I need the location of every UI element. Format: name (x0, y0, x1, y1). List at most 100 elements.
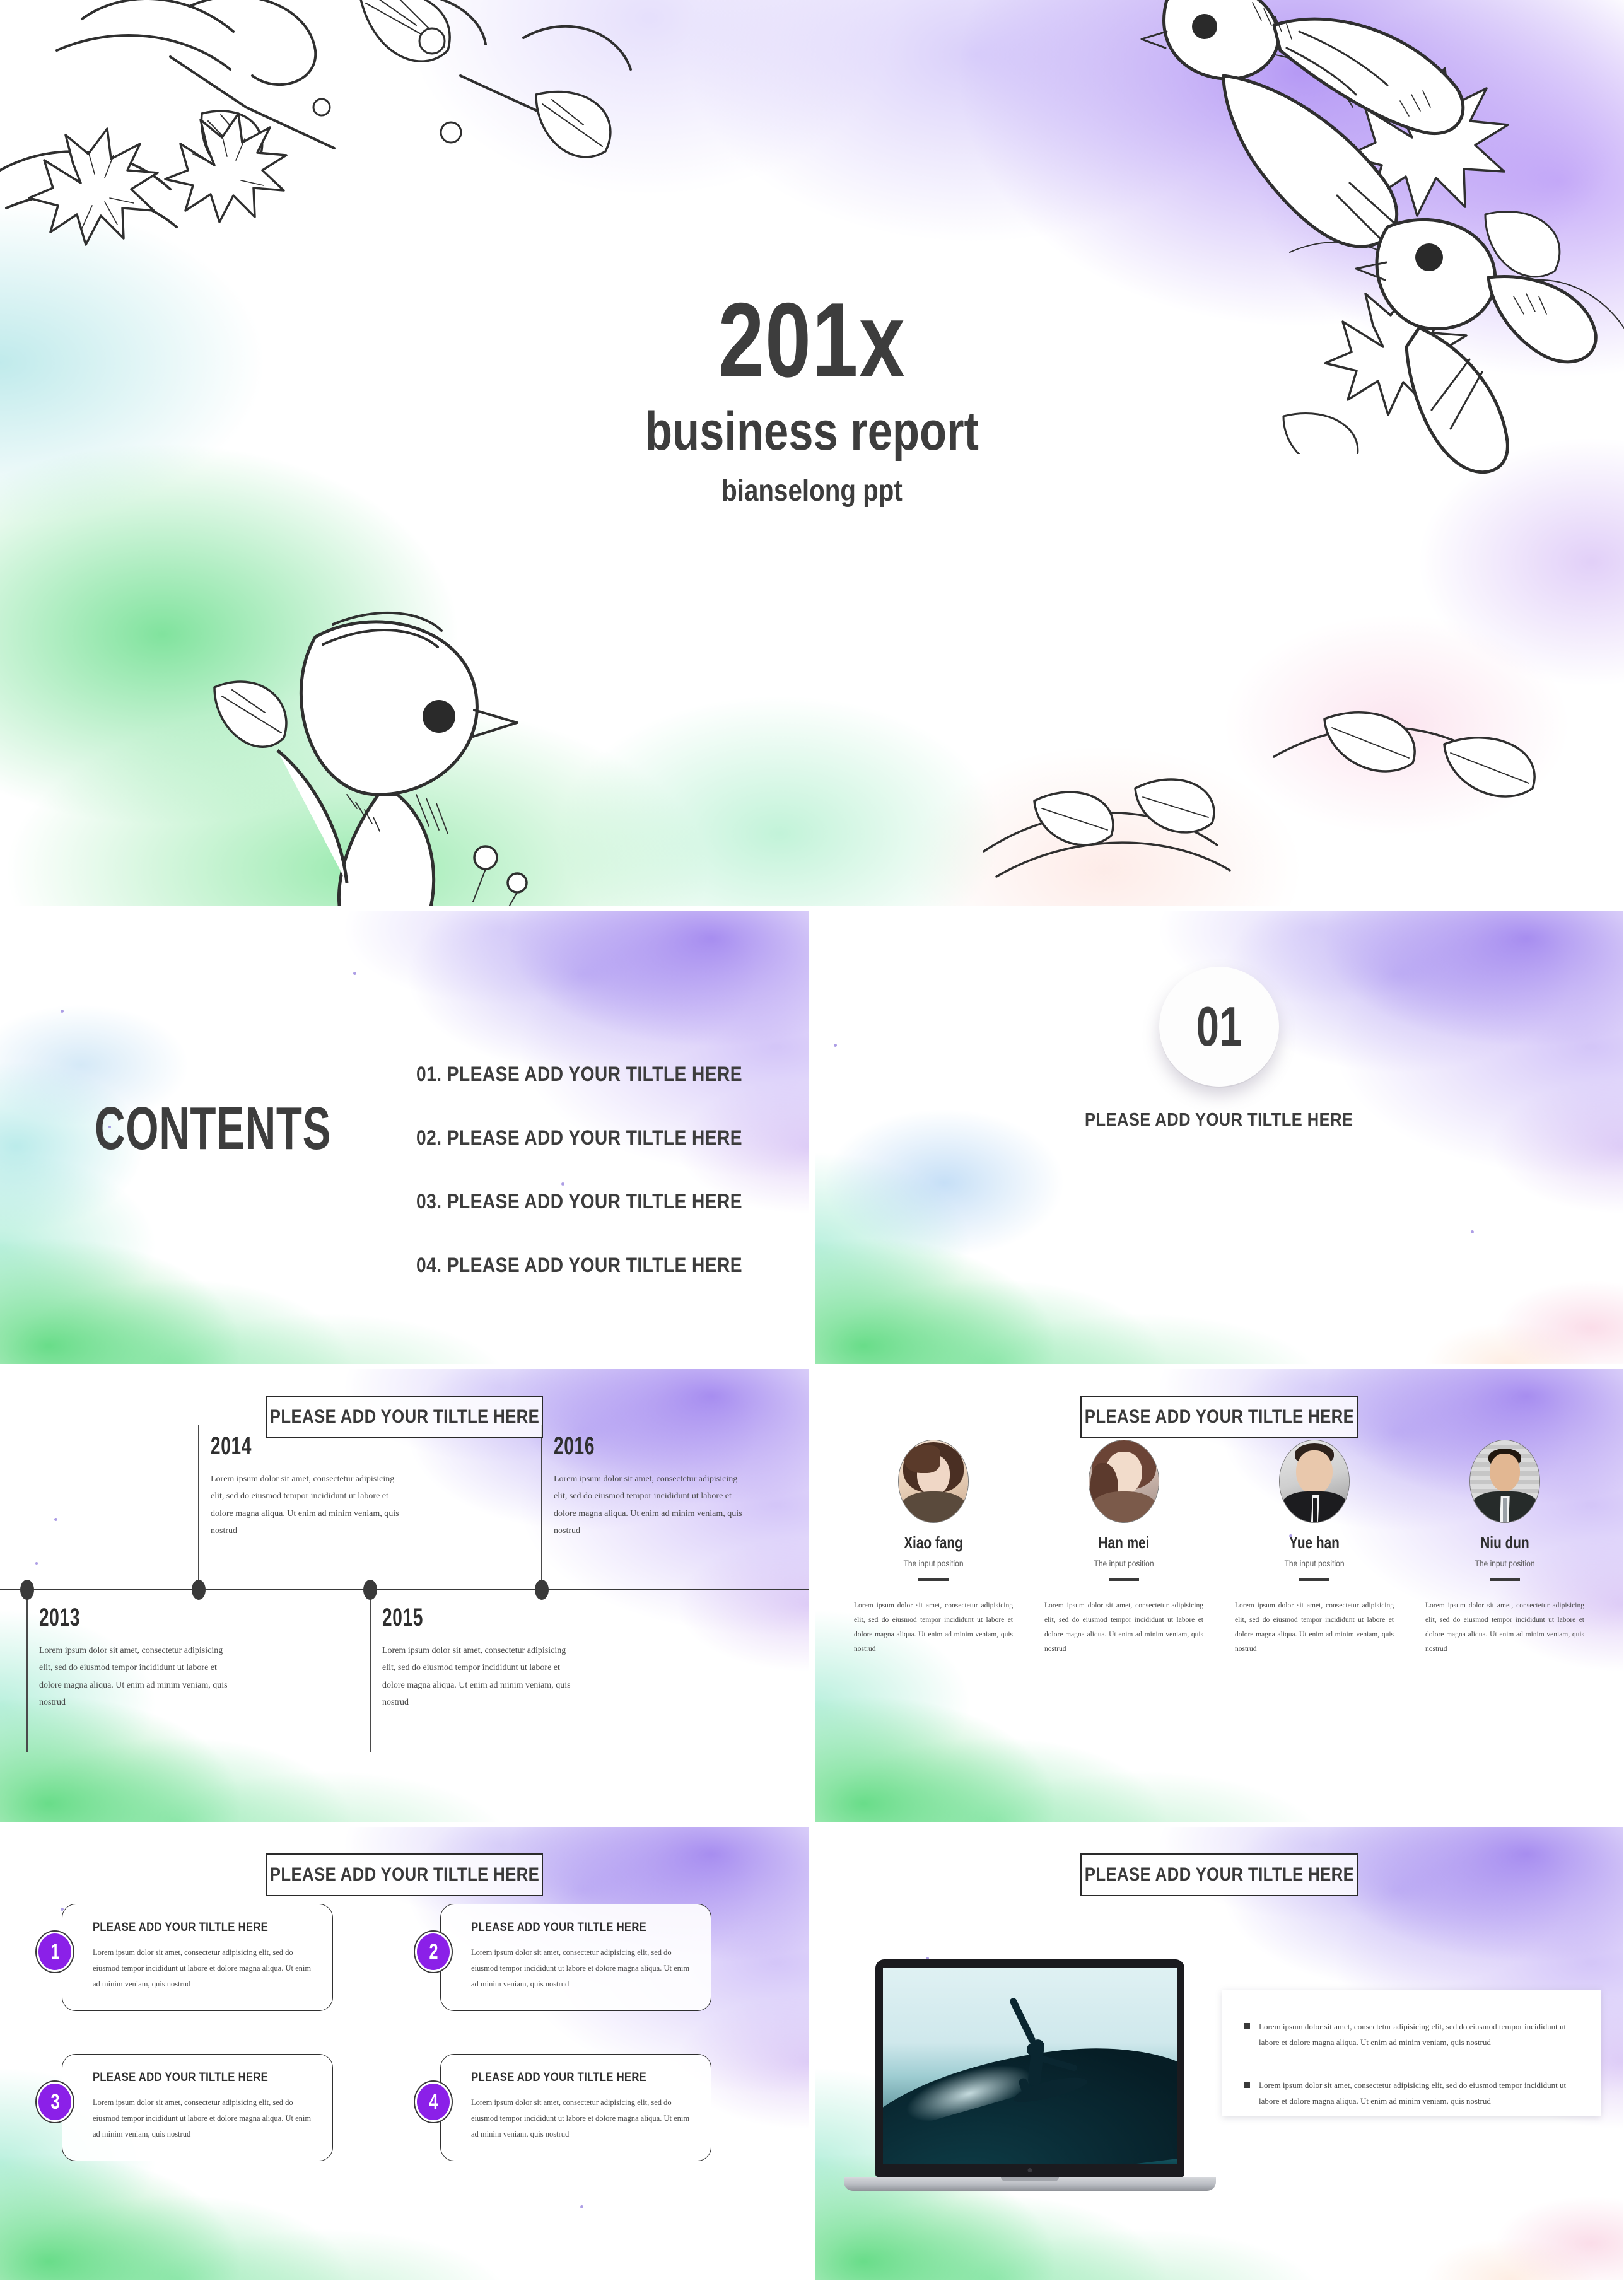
team-member-position: The input position (1284, 1558, 1345, 1568)
section-number-badge: 01 (1159, 967, 1279, 1087)
team-member-bio: Lorem ipsum dolor sit amet, consectetur … (1044, 1602, 1203, 1653)
avatar (898, 1440, 969, 1523)
team-member-card[interactable]: Han mei The input position Lorem ipsum d… (1034, 1440, 1213, 1657)
divider-rule (918, 1578, 949, 1581)
square-bullet-icon (1244, 2081, 1250, 2088)
portrait-photo (1089, 1440, 1159, 1522)
numbered-card[interactable]: PLEASE ADD YOUR TILTLE HERE Lorem ipsum … (37, 1904, 333, 2011)
card-number-badge: 2 (415, 1932, 452, 1972)
square-bullet-icon (1244, 2023, 1250, 2029)
card-body: PLEASE ADD YOUR TILTLE HERE Lorem ipsum … (440, 2054, 711, 2161)
team-member-name: Han mei (1098, 1533, 1150, 1552)
timeline-text: Lorem ipsum dolor sit amet, consectetur … (382, 1646, 571, 1707)
slide-team[interactable]: PLEASE ADD YOUR TILTLE HERE Xiao fang Th… (815, 1369, 1623, 1822)
timeline-node[interactable] (535, 1580, 549, 1600)
team-member-bio: Lorem ipsum dolor sit amet, consectetur … (1235, 1602, 1394, 1653)
card-number-badge: 1 (37, 1932, 73, 1972)
slide-title-text: PLEASE ADD YOUR TILTLE HERE (1084, 1864, 1354, 1885)
bird-illustration-bottom (213, 611, 528, 906)
ink-speck (1471, 1230, 1474, 1233)
slide-section-divider[interactable]: 01 PLEASE ADD YOUR TILTLE HERE (815, 911, 1623, 1364)
card-number-badge: 3 (37, 2082, 73, 2122)
card-grid: PLEASE ADD YOUR TILTLE HERE Lorem ipsum … (37, 1904, 772, 2253)
title-text-block: 201x business report bianselong ppt (0, 287, 1624, 506)
title-year: 201x (718, 281, 906, 399)
numbered-card[interactable]: PLEASE ADD YOUR TILTLE HERE Lorem ipsum … (415, 2054, 711, 2161)
numbered-card[interactable]: PLEASE ADD YOUR TILTLE HERE Lorem ipsum … (37, 2054, 333, 2161)
foliage-line-art-bottom-right (983, 711, 1536, 878)
portrait-photo (899, 1440, 968, 1522)
slide-title-text: PLEASE ADD YOUR TILTLE HERE (1084, 1406, 1354, 1427)
slide-timeline[interactable]: PLEASE ADD YOUR TILTLE HERE 2013 Lorem i… (0, 1369, 809, 1822)
contents-item[interactable]: 03. PLEASE ADD YOUR TILTLE HERE (416, 1190, 742, 1213)
team-member-card[interactable]: Yue han The input position Lorem ipsum d… (1225, 1440, 1404, 1657)
card-title: PLEASE ADD YOUR TILTLE HERE (93, 1921, 269, 1934)
team-member-position: The input position (903, 1558, 964, 1568)
timeline-node[interactable] (20, 1580, 34, 1600)
avatar (1279, 1440, 1350, 1523)
card-body: PLEASE ADD YOUR TILTLE HERE Lorem ipsum … (62, 1904, 333, 2011)
team-member-card[interactable]: Xiao fang The input position Lorem ipsum… (844, 1440, 1023, 1657)
laptop-base (844, 2177, 1216, 2191)
numbered-card[interactable]: PLEASE ADD YOUR TILTLE HERE Lorem ipsum … (415, 1904, 711, 2011)
bullet-text: Lorem ipsum dolor sit amet, consectetur … (1259, 2022, 1567, 2048)
timeline-text: Lorem ipsum dolor sit amet, consectetur … (554, 1474, 742, 1536)
timeline-stem (541, 1425, 542, 1590)
divider-rule (1109, 1578, 1139, 1581)
team-member-card[interactable]: Niu dun The input position Lorem ipsum d… (1415, 1440, 1594, 1657)
contents-item[interactable]: 01. PLEASE ADD YOUR TILTLE HERE (416, 1063, 742, 1086)
timeline-stem (370, 1590, 371, 1752)
bullet-item: Lorem ipsum dolor sit amet, consectetur … (1244, 2077, 1579, 2109)
card-text: Lorem ipsum dolor sit amet, consectetur … (93, 2098, 312, 2138)
timeline-stem (26, 1590, 28, 1752)
card-text: Lorem ipsum dolor sit amet, consectetur … (93, 1948, 312, 1988)
slide-title[interactable]: 201x business report bianselong ppt (0, 0, 1624, 906)
team-member-position: The input position (1094, 1558, 1154, 1568)
team-member-position: The input position (1475, 1558, 1535, 1568)
timeline-entry: 2014 Lorem ipsum dolor sit amet, consect… (211, 1432, 400, 1539)
section-caption-text: PLEASE ADD YOUR TILTLE HERE (1085, 1110, 1353, 1130)
slide-contents[interactable]: CONTENTS 01. PLEASE ADD YOUR TILTLE HERE… (0, 911, 809, 1364)
bullet-text: Lorem ipsum dolor sit amet, consectetur … (1259, 2080, 1567, 2106)
slide-title-box: PLEASE ADD YOUR TILTLE HERE (266, 1853, 543, 1896)
card-body: PLEASE ADD YOUR TILTLE HERE Lorem ipsum … (62, 2054, 333, 2161)
timeline-node[interactable] (363, 1580, 377, 1600)
slide-numbered-cards[interactable]: PLEASE ADD YOUR TILTLE HERE PLEASE ADD Y… (0, 1827, 809, 2280)
team-member-name: Xiao fang (904, 1533, 963, 1552)
timeline-year: 2016 (554, 1432, 595, 1460)
contents-item[interactable]: 04. PLEASE ADD YOUR TILTLE HERE (416, 1254, 742, 1277)
divider-rule (1490, 1578, 1520, 1581)
ink-speck (35, 1562, 38, 1565)
card-number-badge: 4 (415, 2082, 452, 2122)
section-number: 01 (1196, 995, 1242, 1058)
timeline-axis (0, 1589, 809, 1590)
bullet-item: Lorem ipsum dolor sit amet, consectetur … (1244, 2019, 1579, 2051)
card-body: PLEASE ADD YOUR TILTLE HERE Lorem ipsum … (440, 1904, 711, 2011)
timeline-year: 2015 (382, 1604, 424, 1631)
team-member-name: Yue han (1289, 1533, 1340, 1552)
timeline-entry: 2016 Lorem ipsum dolor sit amet, consect… (554, 1432, 743, 1539)
card-text: Lorem ipsum dolor sit amet, consectetur … (471, 1948, 690, 1988)
portrait-photo (1470, 1440, 1539, 1522)
portrait-photo (1280, 1440, 1349, 1522)
contents-heading: CONTENTS (95, 1095, 332, 1162)
slide-title-text: PLEASE ADD YOUR TILTLE HERE (269, 1406, 539, 1427)
team-member-list: Xiao fang The input position Lorem ipsum… (844, 1440, 1594, 1657)
avatar (1089, 1440, 1159, 1523)
laptop-screen (883, 1968, 1177, 2164)
timeline-entry: 2015 Lorem ipsum dolor sit amet, consect… (382, 1604, 571, 1711)
slide-device-mockup[interactable]: PLEASE ADD YOUR TILTLE HERE Lorem ipsum … (815, 1827, 1623, 2280)
timeline-stem (198, 1425, 199, 1590)
card-number: 1 (50, 1939, 59, 1964)
ink-speck (834, 1044, 837, 1047)
card-number: 3 (50, 2089, 59, 2114)
section-caption: PLEASE ADD YOUR TILTLE HERE (815, 1110, 1623, 1131)
contents-item[interactable]: 02. PLEASE ADD YOUR TILTLE HERE (416, 1126, 742, 1150)
timeline-text: Lorem ipsum dolor sit amet, consectetur … (211, 1474, 399, 1536)
title-headline: business report (645, 401, 979, 462)
card-number: 2 (428, 1939, 438, 1964)
ink-speck (353, 972, 356, 975)
timeline-node[interactable] (192, 1580, 206, 1600)
timeline-year: 2014 (211, 1432, 252, 1460)
title-subtitle: bianselong ppt (721, 474, 903, 508)
